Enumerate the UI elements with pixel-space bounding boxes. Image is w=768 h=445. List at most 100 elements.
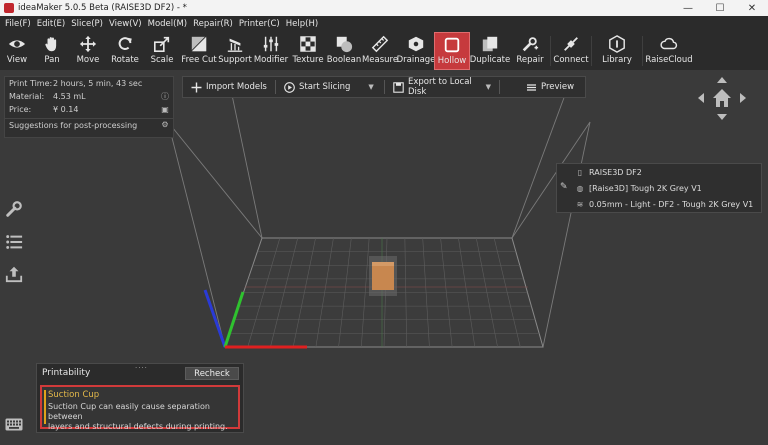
title-bar: ideaMaker 5.0.5 Beta (RAISE3D DF2) - * —… bbox=[0, 0, 768, 16]
tool-duplicate[interactable]: Duplicate bbox=[470, 32, 510, 70]
printability-panel: Printability ···· Recheck Suction Cup Su… bbox=[36, 363, 244, 433]
export-local-disk-button[interactable]: Export to Local Disk ▼ bbox=[385, 76, 499, 98]
arrow-up-icon[interactable] bbox=[717, 77, 727, 83]
tool-measure-label: Measure bbox=[361, 55, 399, 65]
suggestions-label: Suggestions for post-processing bbox=[9, 120, 138, 130]
drag-handle-icon[interactable]: ···· bbox=[135, 364, 148, 372]
material-row: Material: 4.53 mL ⓘ bbox=[5, 90, 173, 103]
menu-view[interactable]: View(V) bbox=[106, 19, 145, 29]
arrow-down-icon[interactable] bbox=[717, 114, 727, 120]
tool-drainage[interactable]: Drainage bbox=[396, 32, 436, 70]
menu-repair[interactable]: Repair(R) bbox=[190, 19, 236, 29]
tool-drainage-label: Drainage bbox=[396, 55, 436, 65]
tool-pan-label: Pan bbox=[44, 55, 60, 65]
tool-raisecloud-label: RaiseCloud bbox=[645, 55, 693, 65]
tool-pan[interactable]: Pan bbox=[34, 32, 70, 70]
support-icon bbox=[227, 38, 243, 52]
tool-free-cut[interactable]: Free Cut bbox=[180, 32, 218, 70]
material-label: Material: bbox=[9, 92, 45, 101]
suggestions-row[interactable]: Suggestions for post-processing ⚙ bbox=[5, 118, 173, 131]
slice-dropdown-icon[interactable]: ▼ bbox=[368, 83, 373, 91]
maximize-button[interactable]: ☐ bbox=[704, 0, 736, 16]
arrow-left-icon[interactable] bbox=[698, 93, 704, 103]
material-value: 4.53 mL bbox=[53, 92, 86, 101]
print-time-row: Print Time: 2 hours, 5 min, 43 sec bbox=[5, 77, 173, 90]
tool-modifier[interactable]: Modifier bbox=[252, 32, 290, 70]
layers-icon: ≋ bbox=[576, 199, 584, 209]
view-navigation[interactable] bbox=[696, 76, 748, 122]
menu-bar: File(F) Edit(E) Slice(P) View(V) Model(M… bbox=[0, 16, 768, 32]
minimize-button[interactable]: — bbox=[672, 0, 704, 16]
tool-repair[interactable]: Repair bbox=[510, 32, 550, 70]
start-slicing-label: Start Slicing bbox=[299, 82, 351, 92]
tool-move-label: Move bbox=[76, 55, 100, 65]
library-icon bbox=[609, 35, 625, 53]
export-dropdown-icon[interactable]: ▼ bbox=[486, 83, 491, 91]
tool-boolean-label: Boolean bbox=[326, 55, 362, 65]
window-title: ideaMaker 5.0.5 Beta (RAISE3D DF2) - * bbox=[18, 3, 187, 13]
tool-rotate-label: Rotate bbox=[111, 55, 139, 65]
cloud-icon bbox=[660, 37, 678, 50]
start-slicing-button[interactable]: Start Slicing ▼ bbox=[276, 76, 384, 98]
tool-raisecloud[interactable]: RaiseCloud bbox=[643, 32, 695, 70]
app-logo-icon bbox=[4, 3, 14, 13]
play-circle-icon bbox=[284, 81, 295, 93]
keyboard-icon[interactable] bbox=[5, 418, 23, 431]
printer-name-row: ▯ RAISE3D DF2 bbox=[557, 164, 761, 180]
eye-icon bbox=[8, 40, 26, 48]
rotate-icon bbox=[118, 37, 132, 50]
menu-edit[interactable]: Edit(E) bbox=[34, 19, 68, 29]
tool-scale[interactable]: Scale bbox=[144, 32, 180, 70]
printer-settings-card[interactable]: ✎ ▯ RAISE3D DF2 ◍ [Raise3D] Tough 2K Gre… bbox=[556, 163, 762, 213]
tool-connect-label: Connect bbox=[553, 55, 589, 65]
menu-model[interactable]: Model(M) bbox=[145, 19, 191, 29]
menu-printer[interactable]: Printer(C) bbox=[236, 19, 283, 29]
import-models-button[interactable]: Import Models bbox=[183, 76, 275, 98]
tool-move[interactable]: Move bbox=[70, 32, 106, 70]
save-icon[interactable]: ▣ bbox=[161, 105, 169, 114]
tool-rotate[interactable]: Rotate bbox=[106, 32, 144, 70]
printability-title: Printability bbox=[42, 368, 91, 378]
tool-measure[interactable]: Measure bbox=[362, 32, 398, 70]
tool-hollow[interactable]: Hollow bbox=[434, 32, 470, 70]
arrow-right-icon[interactable] bbox=[740, 93, 746, 103]
tool-connect[interactable]: Connect bbox=[551, 32, 591, 70]
import-models-label: Import Models bbox=[206, 82, 267, 92]
close-button[interactable]: ✕ bbox=[736, 0, 768, 16]
tool-support[interactable]: Support bbox=[218, 32, 252, 70]
printer-icon: ▯ bbox=[577, 167, 583, 177]
model-cube[interactable] bbox=[369, 256, 397, 296]
material-name: [Raise3D] Tough 2K Grey V1 bbox=[589, 183, 702, 193]
print-time-value: 2 hours, 5 min, 43 sec bbox=[53, 79, 143, 88]
menu-slice[interactable]: Slice(P) bbox=[68, 19, 106, 29]
menu-file[interactable]: File(F) bbox=[2, 19, 34, 29]
recheck-button[interactable]: Recheck bbox=[185, 367, 239, 380]
export-label: Export to Local Disk bbox=[408, 77, 472, 97]
preview-icon bbox=[526, 82, 537, 93]
ruler-icon bbox=[371, 35, 389, 53]
home-icon[interactable] bbox=[713, 89, 731, 107]
tool-view[interactable]: View bbox=[0, 32, 34, 70]
tool-texture[interactable]: Texture bbox=[290, 32, 326, 70]
menu-help[interactable]: Help(H) bbox=[283, 19, 321, 29]
info-icon[interactable]: ⓘ bbox=[161, 92, 169, 101]
tool-support-label: Support bbox=[218, 55, 252, 65]
print-time-label: Print Time: bbox=[9, 79, 53, 88]
tool-boolean[interactable]: Boolean bbox=[326, 32, 362, 70]
wrench-icon[interactable] bbox=[5, 200, 23, 218]
slicing-action-bar: Import Models Start Slicing ▼ Export to … bbox=[182, 76, 586, 98]
duplicate-icon bbox=[482, 36, 498, 52]
tool-duplicate-label: Duplicate bbox=[469, 55, 511, 65]
upload-icon[interactable] bbox=[5, 265, 23, 283]
list-icon[interactable] bbox=[5, 233, 23, 251]
plus-icon bbox=[191, 82, 202, 93]
tool-library[interactable]: Library bbox=[592, 32, 642, 70]
sliders-icon bbox=[263, 36, 279, 52]
drainage-icon bbox=[408, 36, 424, 52]
material-profile-row: ◍ [Raise3D] Tough 2K Grey V1 bbox=[557, 180, 761, 196]
preview-button[interactable]: Preview bbox=[500, 76, 580, 98]
printability-issue[interactable]: Suction Cup Suction Cup can easily cause… bbox=[40, 385, 240, 431]
gear-icon[interactable]: ⚙ bbox=[161, 121, 169, 129]
tool-modifier-label: Modifier bbox=[253, 55, 289, 65]
tool-hollow-label: Hollow bbox=[437, 56, 467, 66]
